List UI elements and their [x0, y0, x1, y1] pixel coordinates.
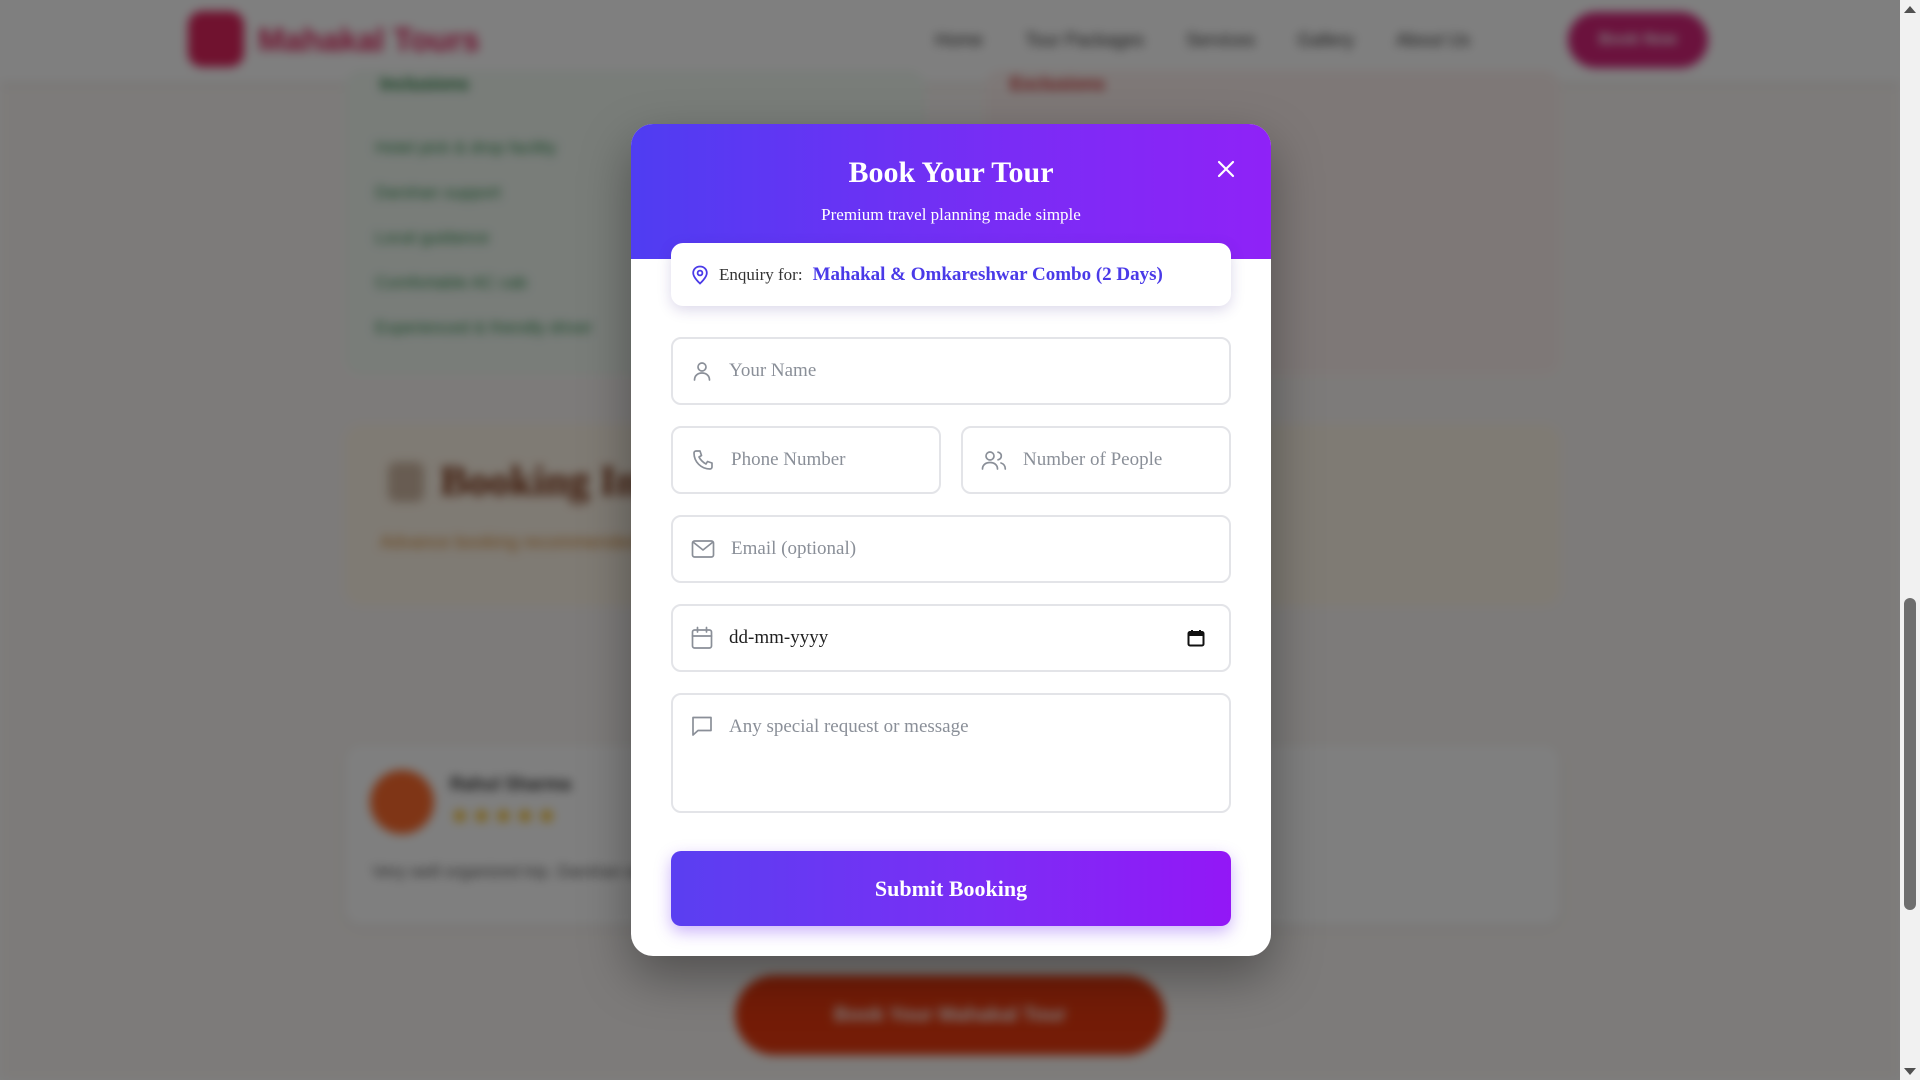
name-input[interactable]: Your Name — [729, 360, 816, 382]
email-field[interactable]: Email (optional) — [671, 515, 1231, 583]
page-scrollbar[interactable] — [1900, 0, 1920, 1080]
date-field[interactable]: dd-mm-yyyy — [671, 604, 1231, 672]
scrollbar-thumb[interactable] — [1904, 598, 1916, 910]
submit-booking-button[interactable]: Submit Booking — [671, 851, 1231, 926]
modal-header: Book Your Tour Premium travel planning m… — [631, 124, 1271, 259]
scroll-up-arrow[interactable] — [1900, 0, 1920, 18]
triangle-up-icon — [1904, 5, 1916, 13]
phone-field[interactable]: Phone Number — [671, 426, 941, 494]
phone-input[interactable]: Phone Number — [731, 449, 846, 471]
modal-title: Book Your Tour — [848, 156, 1054, 189]
scroll-down-arrow[interactable] — [1900, 1062, 1920, 1080]
people-field[interactable]: Number of People — [961, 426, 1231, 494]
users-icon — [981, 451, 1007, 470]
user-icon — [693, 362, 711, 381]
close-button[interactable] — [1209, 152, 1243, 186]
enquiry-label: Enquiry for: — [719, 264, 803, 284]
message-icon — [692, 716, 712, 736]
phone-icon — [693, 450, 713, 470]
message-textarea[interactable]: Any special request or message — [729, 716, 969, 738]
booking-modal: Book Your Tour Premium travel planning m… — [631, 124, 1271, 956]
date-input[interactable]: dd-mm-yyyy — [729, 627, 828, 649]
email-input[interactable]: Email (optional) — [731, 538, 856, 560]
modal-subtitle: Premium travel planning made simple — [821, 205, 1081, 224]
message-field[interactable]: Any special request or message — [671, 693, 1231, 813]
triangle-down-icon — [1904, 1067, 1916, 1075]
close-icon — [1217, 160, 1235, 178]
name-field[interactable]: Your Name — [671, 337, 1231, 405]
mail-icon — [691, 540, 715, 558]
calendar-picker-icon[interactable] — [1187, 629, 1205, 647]
map-pin-icon — [692, 265, 708, 285]
enquiry-summary: Enquiry for: Mahakal & Omkareshwar Combo… — [671, 243, 1231, 306]
people-input[interactable]: Number of People — [1023, 449, 1162, 471]
enquiry-tour-name: Mahakal & Omkareshwar Combo (2 Days) — [812, 263, 1163, 285]
calendar-icon — [691, 626, 713, 649]
